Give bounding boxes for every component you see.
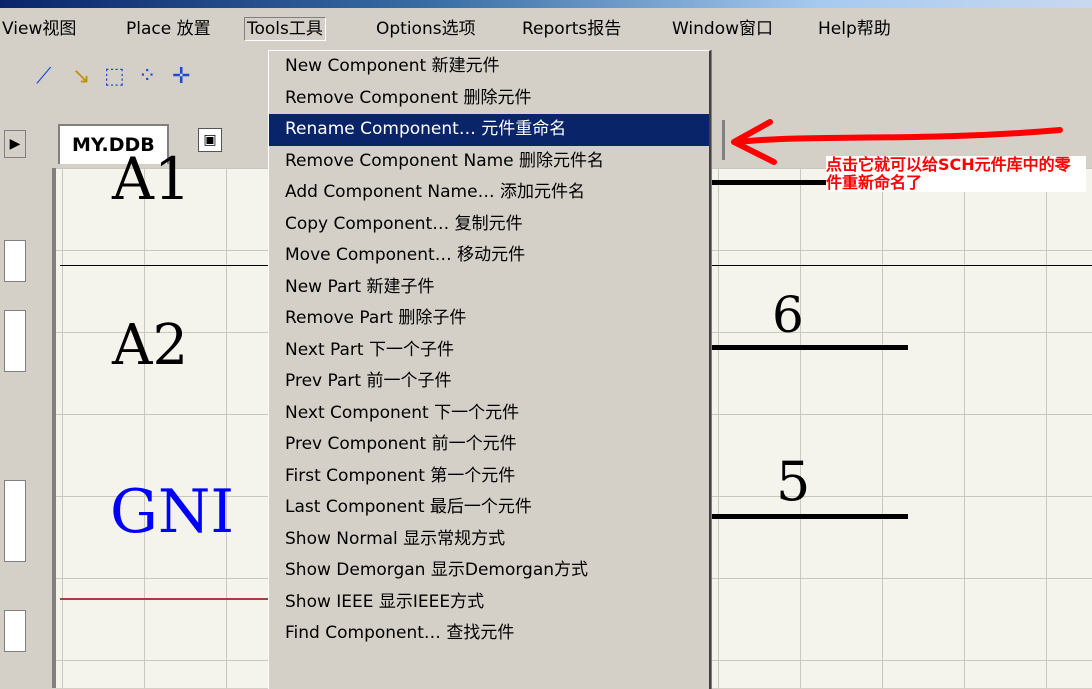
tools-menu-item[interactable]: Remove Component Name 删除元件名 [269, 146, 709, 178]
tools-menu-list: New Component 新建元件 Remove Component 删除元件 R… [269, 51, 709, 650]
tools-menu-item[interactable]: New Component 新建元件 [269, 51, 709, 83]
pin-label-a2: A2 [112, 313, 189, 378]
tools-menu-item[interactable]: Remove Component 删除元件 [269, 83, 709, 115]
pin-label-a1: A1 [112, 145, 191, 213]
tools-menu-item[interactable]: Add Component Name… 添加元件名 [269, 177, 709, 209]
annotation-text: 点击它就可以给SCH元件库中的零件重新命名了 [826, 156, 1086, 192]
panel-toggle-icon[interactable]: ▶ [4, 130, 26, 158]
tools-menu-item[interactable]: Next Part 下一个子件 [269, 335, 709, 367]
select-rect-icon[interactable]: ⬚ [104, 64, 125, 90]
pin-number-5: 5 [776, 450, 811, 513]
panel-field-3[interactable] [4, 480, 26, 562]
tools-menu-item[interactable]: Remove Part 删除子件 [269, 303, 709, 335]
tools-menu-item[interactable]: Prev Part 前一个子件 [269, 366, 709, 398]
menu-reports[interactable]: Reports报告 [522, 18, 621, 40]
tools-menu-item[interactable]: Show Demorgan 显示Demorgan方式 [269, 555, 709, 587]
tools-dropdown-menu: New Component 新建元件 Remove Component 删除元件 R… [268, 50, 711, 689]
menu-window[interactable]: Window窗口 [672, 18, 773, 40]
tools-menu-item[interactable]: Move Component… 移动元件 [269, 240, 709, 272]
menu-view[interactable]: View视图 [2, 18, 76, 40]
tools-menu-item[interactable]: Rename Component… 元件重命名 [269, 114, 709, 146]
red-boundary-line [60, 598, 268, 600]
panel-field-4[interactable] [4, 610, 26, 652]
tools-menu-item[interactable]: Show IEEE 显示IEEE方式 [269, 587, 709, 619]
menu-tools[interactable]: Tools工具 [244, 17, 326, 41]
pin-line-6 [708, 345, 908, 350]
pin-label-gnd: GNI [110, 477, 235, 547]
document-icon[interactable]: ▣ [198, 128, 222, 152]
tools-menu-item[interactable]: Next Component 下一个元件 [269, 398, 709, 430]
menu-bar: View视图 Place 放置 Tools工具 Options选项 Report… [0, 8, 1092, 50]
panel-field-1[interactable] [4, 240, 26, 282]
menu-help[interactable]: Help帮助 [818, 18, 891, 40]
move-icon[interactable]: ✛ [172, 64, 190, 90]
wire-tool-icon[interactable]: ⟋ [36, 64, 51, 90]
deselect-icon[interactable]: ⁘ [138, 64, 156, 90]
tools-menu-item[interactable]: Show Normal 显示常规方式 [269, 524, 709, 556]
pointer-tool-icon[interactable]: ↘ [72, 64, 90, 90]
canvas-border [52, 168, 56, 688]
pin-line-5 [708, 514, 908, 519]
tools-menu-item[interactable]: First Component 第一个元件 [269, 461, 709, 493]
tools-menu-item[interactable]: Last Component 最后一个元件 [269, 492, 709, 524]
menu-options[interactable]: Options选项 [376, 18, 476, 40]
tools-menu-item[interactable]: Find Component… 查找元件 [269, 618, 709, 650]
menu-place[interactable]: Place 放置 [126, 18, 211, 40]
tools-menu-item[interactable]: Prev Component 前一个元件 [269, 429, 709, 461]
panel-field-2[interactable] [4, 310, 26, 372]
tools-menu-item[interactable]: New Part 新建子件 [269, 272, 709, 304]
tools-menu-item[interactable]: Copy Component… 复制元件 [269, 209, 709, 241]
left-panel: ▶ [0, 120, 38, 688]
pin-number-6: 6 [772, 286, 804, 344]
toolbar: ⟋ ↘ ⬚ ⁘ ✛ [0, 50, 250, 110]
title-bar-strip [0, 0, 1092, 8]
